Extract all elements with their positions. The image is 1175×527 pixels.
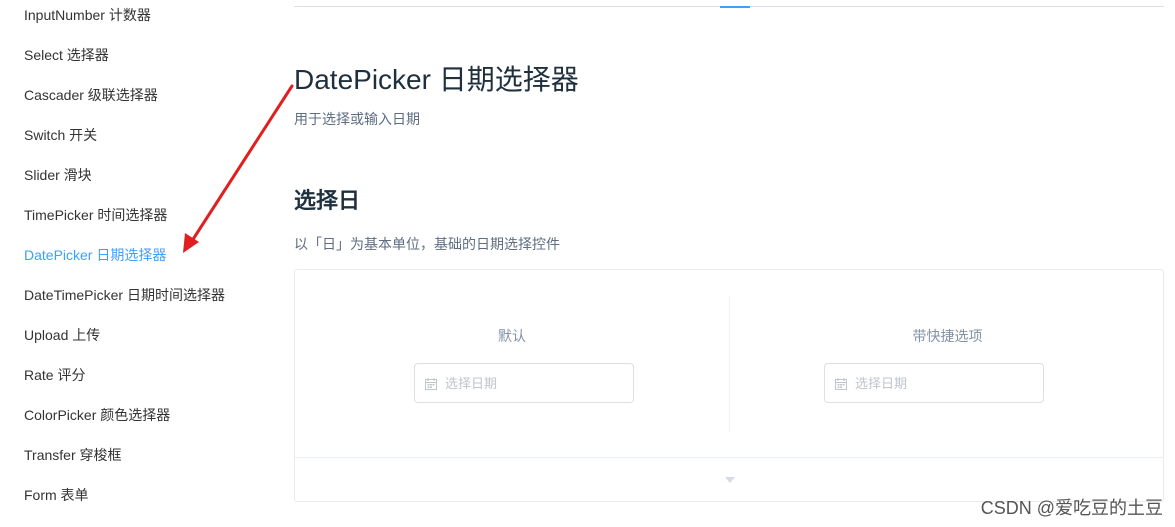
date-picker-input-shortcuts[interactable]: 选择日期 — [824, 363, 1044, 403]
section-title: 选择日 — [294, 188, 361, 213]
sidebar-item-slider[interactable]: Slider 滑块 — [24, 165, 92, 185]
sidebar-item-select[interactable]: Select 选择器 — [24, 45, 109, 65]
demo-with-shortcuts: 带快捷选项 选择日期 — [730, 296, 1165, 432]
sidebar-item-datepicker[interactable]: DatePicker 日期选择器 — [24, 245, 166, 265]
date-picker-placeholder: 选择日期 — [445, 376, 498, 391]
sidebar-item-inputnumber[interactable]: InputNumber 计数器 — [24, 5, 151, 25]
sidebar-item-switch[interactable]: Switch 开关 — [24, 125, 97, 145]
calendar-icon — [835, 378, 847, 390]
sidebar-item-timepicker[interactable]: TimePicker 时间选择器 — [24, 205, 167, 225]
date-picker-placeholder: 选择日期 — [855, 376, 908, 391]
sidebar-item-transfer[interactable]: Transfer 穿梭框 — [24, 445, 122, 465]
sidebar: InputNumber 计数器 Select 选择器 Cascader 级联选择… — [0, 0, 270, 527]
watermark: CSDN @爱吃豆的土豆 — [980, 498, 1163, 518]
active-tab-indicator — [720, 6, 750, 8]
sidebar-item-rate[interactable]: Rate 评分 — [24, 365, 85, 385]
sidebar-item-cascader[interactable]: Cascader 级联选择器 — [24, 85, 158, 105]
sidebar-item-form[interactable]: Form 表单 — [24, 485, 89, 505]
section-description: 以「日」为基本单位，基础的日期选择控件 — [294, 236, 560, 252]
date-picker-input-default[interactable]: 选择日期 — [414, 363, 634, 403]
demo-label-shortcuts: 带快捷选项 — [912, 328, 983, 344]
sidebar-item-datetimepicker[interactable]: DateTimePicker 日期时间选择器 — [24, 285, 225, 305]
sidebar-item-colorpicker[interactable]: ColorPicker 颜色选择器 — [24, 405, 170, 425]
caret-down-icon — [725, 477, 735, 483]
demo-code-toggle[interactable] — [295, 457, 1163, 501]
demo-default: 默认 选择日期 — [295, 296, 730, 432]
page-description: 用于选择或输入日期 — [294, 111, 420, 127]
calendar-icon — [425, 378, 437, 390]
demo-block: 默认 选择日期 带快捷选项 选择日期 — [294, 269, 1164, 502]
page-title: DatePicker 日期选择器 — [294, 64, 579, 95]
sidebar-item-upload[interactable]: Upload 上传 — [24, 325, 100, 345]
demo-label-default: 默认 — [498, 328, 526, 344]
